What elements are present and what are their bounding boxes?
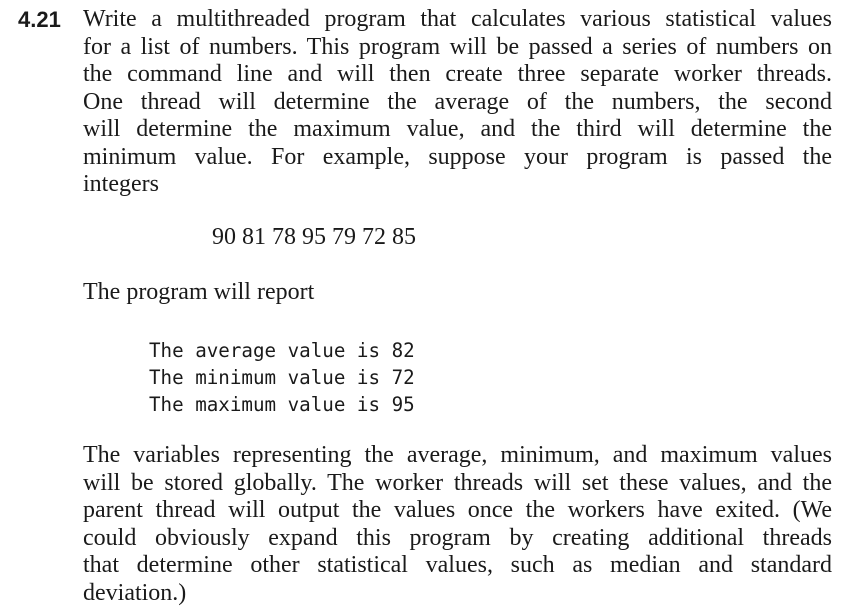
textbook-page: 4.21 Write a multithreaded program that … — [0, 0, 844, 609]
example-numbers: 90 81 78 95 79 72 85 — [212, 224, 416, 250]
closing-line: could obviously expand this program by c… — [83, 524, 832, 551]
program-output-code: The average value is 82 The minimum value… — [149, 337, 415, 418]
intro-line: integers — [83, 171, 159, 197]
exercise-closing-paragraph: The variables representing the average, … — [83, 442, 832, 607]
closing-line: that determine other statistical values,… — [83, 552, 832, 578]
intro-line: Write a multithreaded program that calcu… — [83, 6, 832, 32]
intro-line: One thread will determine the average of… — [83, 88, 832, 115]
intro-line: minimum value. For example, suppose your… — [83, 143, 832, 170]
output-line: The minimum value is 72 — [149, 366, 415, 389]
closing-line: parent thread will output the values onc… — [83, 497, 832, 523]
closing-line: will be stored globally. The worker thre… — [83, 469, 832, 496]
intro-line: will determine the maximum value, and th… — [83, 116, 832, 142]
intro-line: the command line and will then create th… — [83, 61, 832, 87]
closing-line: deviation.) — [83, 579, 187, 606]
exercise-intro-paragraph: Write a multithreaded program that calcu… — [83, 6, 832, 199]
output-line: The average value is 82 — [149, 339, 415, 362]
intro-line: for a list of numbers. This program will… — [83, 33, 832, 60]
output-line: The maximum value is 95 — [149, 393, 415, 416]
report-intro: The program will report — [83, 279, 315, 305]
closing-line: The variables representing the average, … — [83, 442, 832, 468]
exercise-number: 4.21 — [18, 7, 61, 32]
